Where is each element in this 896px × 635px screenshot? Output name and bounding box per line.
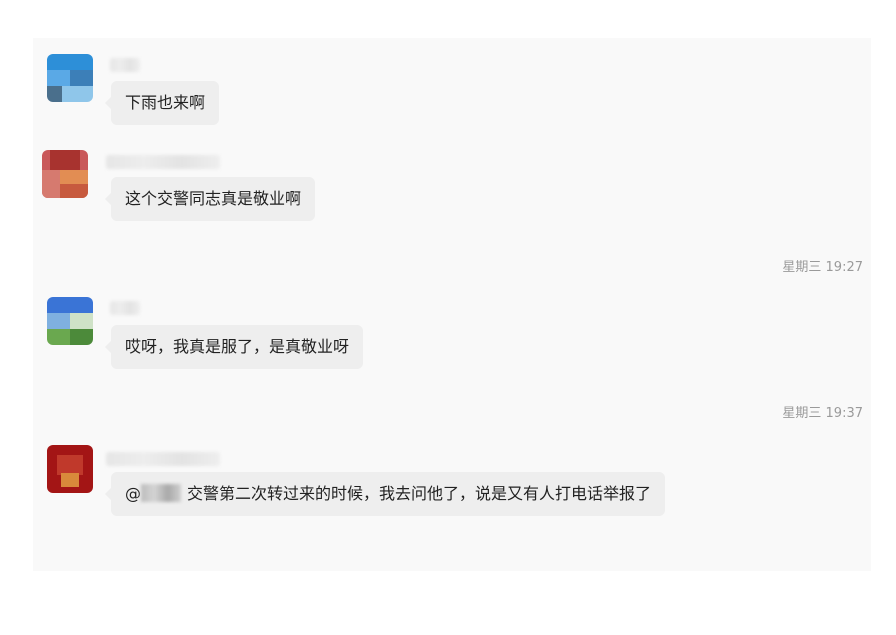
sender-name-redacted xyxy=(110,301,140,315)
message-bubble[interactable]: @ 交警第二次转过来的时候，我去问他了，说是又有人打电话举报了 xyxy=(104,472,666,516)
message-text: 哎呀，我真是服了，是真敬业呀 xyxy=(125,337,350,356)
message-text: 下雨也来啊 xyxy=(125,93,206,112)
mention-name-redacted[interactable] xyxy=(141,484,181,502)
message-text: 这个交警同志真是敬业啊 xyxy=(125,189,302,208)
message-bubble[interactable]: 这个交警同志真是敬业啊 xyxy=(104,177,316,221)
mention-prefix: @ xyxy=(125,484,141,503)
avatar[interactable] xyxy=(47,445,93,493)
sender-name-redacted xyxy=(106,155,220,169)
message-timestamp: 星期三 19:27 xyxy=(782,260,863,275)
message-bubble[interactable]: 下雨也来啊 xyxy=(104,81,220,125)
sender-name-redacted xyxy=(110,58,140,72)
avatar[interactable] xyxy=(47,297,93,345)
sender-name-redacted xyxy=(106,452,220,466)
message-bubble[interactable]: 哎呀，我真是服了，是真敬业呀 xyxy=(104,325,364,369)
message-text: 交警第二次转过来的时候，我去问他了，说是又有人打电话举报了 xyxy=(187,484,652,503)
avatar[interactable] xyxy=(47,54,93,102)
avatar[interactable] xyxy=(42,150,88,198)
message-timestamp: 星期三 19:37 xyxy=(782,406,863,421)
